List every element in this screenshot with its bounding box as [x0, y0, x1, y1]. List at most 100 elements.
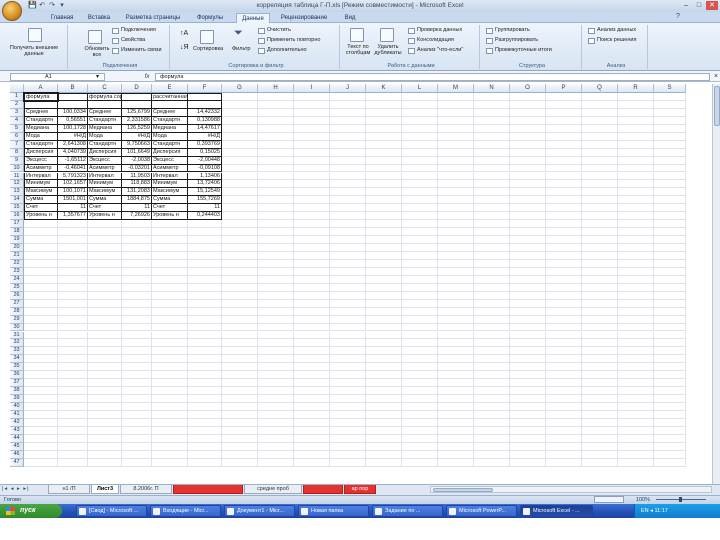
cell-s9[interactable]: [654, 156, 686, 165]
cell-a44[interactable]: [24, 434, 58, 443]
cell-m42[interactable]: [438, 418, 474, 427]
cell-l42[interactable]: [402, 418, 438, 427]
cell-c31[interactable]: [88, 331, 122, 340]
cell-o36[interactable]: [510, 371, 546, 380]
cell-l27[interactable]: [402, 299, 438, 308]
cell-d2[interactable]: [122, 100, 152, 109]
cell-g26[interactable]: [222, 291, 258, 300]
cell-l7[interactable]: [402, 140, 438, 149]
cell-d12[interactable]: 118,883: [122, 180, 152, 189]
tab-view[interactable]: Вид: [340, 13, 360, 23]
cell-e34[interactable]: [152, 355, 188, 364]
cell-c41[interactable]: [88, 411, 122, 419]
cell-i22[interactable]: [294, 259, 330, 268]
cell-q9[interactable]: [582, 156, 618, 165]
cell-d34[interactable]: [122, 355, 152, 364]
cell-s6[interactable]: [654, 132, 686, 141]
cell-i43[interactable]: [294, 426, 330, 435]
cell-n42[interactable]: [474, 418, 510, 427]
cell-s26[interactable]: [654, 291, 686, 300]
cell-b8[interactable]: 4,040739: [58, 148, 88, 157]
cell-b3[interactable]: 100,0334: [58, 108, 88, 117]
cell-j33[interactable]: [330, 347, 366, 356]
cell-i24[interactable]: [294, 275, 330, 284]
tab-page-layout[interactable]: Разметка страницы: [122, 13, 184, 23]
cell-j42[interactable]: [330, 418, 366, 427]
cell-o2[interactable]: [510, 100, 546, 109]
cell-g32[interactable]: [222, 339, 258, 348]
cell-q26[interactable]: [582, 291, 618, 300]
cell-r32[interactable]: [618, 339, 654, 348]
cell-f44[interactable]: [188, 434, 222, 443]
data-analysis-button[interactable]: Анализ данных: [597, 27, 636, 34]
cell-m32[interactable]: [438, 339, 474, 348]
cell-d1[interactable]: [122, 93, 152, 101]
cell-h34[interactable]: [258, 355, 294, 364]
cell-a6[interactable]: Мода: [24, 132, 58, 141]
cell-p11[interactable]: [546, 172, 582, 181]
cell-n20[interactable]: [474, 244, 510, 252]
cell-o30[interactable]: [510, 323, 546, 332]
cell-r5[interactable]: [618, 124, 654, 133]
cell-e9[interactable]: Эксцесс: [152, 156, 188, 165]
cell-c40[interactable]: [88, 403, 122, 411]
cell-k43[interactable]: [366, 426, 402, 435]
cell-e19[interactable]: [152, 236, 188, 245]
cell-s33[interactable]: [654, 347, 686, 356]
clear-button[interactable]: Очистить: [267, 27, 291, 34]
cell-d19[interactable]: [122, 236, 152, 245]
reapply-button[interactable]: Применить повторно: [267, 37, 320, 44]
cell-b38[interactable]: [58, 387, 88, 396]
cell-i30[interactable]: [294, 323, 330, 332]
cell-b26[interactable]: [58, 291, 88, 300]
cell-n21[interactable]: [474, 252, 510, 260]
cell-r43[interactable]: [618, 426, 654, 435]
cell-m8[interactable]: [438, 148, 474, 157]
cell-b11[interactable]: 5,791323: [58, 172, 88, 181]
sheet-tab-1[interactable]: н1 /П: [48, 485, 90, 494]
taskbar-item-2[interactable]: Входящие - Micr...: [150, 505, 221, 517]
cell-d23[interactable]: [122, 267, 152, 276]
cell-n11[interactable]: [474, 172, 510, 181]
cell-m18[interactable]: [438, 228, 474, 237]
cell-q31[interactable]: [582, 331, 618, 340]
cell-h8[interactable]: [258, 148, 294, 157]
cell-o4[interactable]: [510, 116, 546, 125]
cell-f17[interactable]: [188, 220, 222, 229]
cell-m45[interactable]: [438, 442, 474, 451]
cell-b31[interactable]: [58, 331, 88, 340]
cell-k10[interactable]: [366, 164, 402, 173]
cell-p3[interactable]: [546, 108, 582, 117]
cell-s3[interactable]: [654, 108, 686, 117]
cell-n43[interactable]: [474, 426, 510, 435]
cell-h36[interactable]: [258, 371, 294, 380]
vertical-scrollbar[interactable]: [712, 84, 720, 486]
cell-i36[interactable]: [294, 371, 330, 380]
cell-q32[interactable]: [582, 339, 618, 348]
cell-f39[interactable]: [188, 395, 222, 404]
cell-m23[interactable]: [438, 267, 474, 276]
cell-q15[interactable]: [582, 204, 618, 213]
cell-j22[interactable]: [330, 259, 366, 268]
cell-j5[interactable]: [330, 124, 366, 133]
row-header-41[interactable]: 41: [10, 411, 24, 419]
cell-o32[interactable]: [510, 339, 546, 348]
cell-j31[interactable]: [330, 331, 366, 340]
worksheet-grid[interactable]: A B C D E F G H I J K L M N O P Q R S 1 формула формула сорт р…: [10, 84, 712, 486]
cell-q28[interactable]: [582, 307, 618, 316]
cell-g8[interactable]: [222, 148, 258, 157]
cell-k37[interactable]: [366, 379, 402, 388]
cell-s4[interactable]: [654, 116, 686, 125]
cell-e5[interactable]: Медиана: [152, 124, 188, 133]
cell-a7[interactable]: Стандартн: [24, 140, 58, 149]
cell-l14[interactable]: [402, 196, 438, 205]
row-header-8[interactable]: 8: [10, 148, 24, 157]
cell-r21[interactable]: [618, 252, 654, 260]
cell-g16[interactable]: [222, 212, 258, 221]
cell-a43[interactable]: [24, 426, 58, 435]
cell-o39[interactable]: [510, 395, 546, 404]
cell-e46[interactable]: [152, 450, 188, 459]
cell-g21[interactable]: [222, 252, 258, 260]
cell-s41[interactable]: [654, 411, 686, 419]
cell-d22[interactable]: [122, 259, 152, 268]
